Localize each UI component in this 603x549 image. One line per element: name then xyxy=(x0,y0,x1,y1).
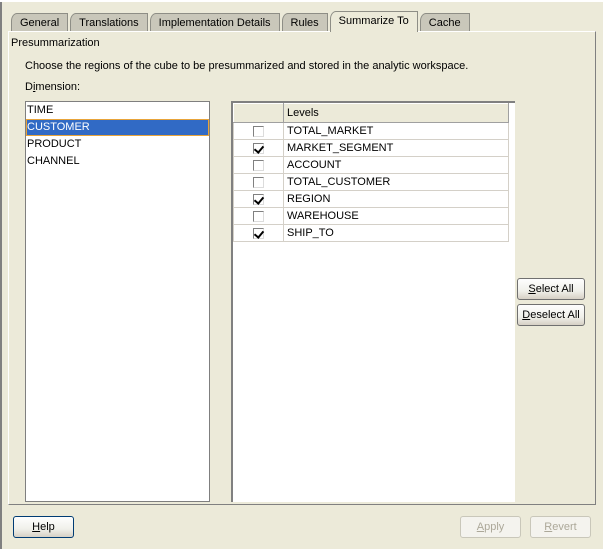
tab-translations[interactable]: Translations xyxy=(70,13,148,32)
instructions-text: Choose the regions of the cube to be pre… xyxy=(25,60,469,72)
help-mnemonic: H xyxy=(32,521,41,533)
column-header-levels[interactable]: Levels xyxy=(283,103,509,123)
level-check-cell xyxy=(233,190,284,208)
level-name: MARKET_SEGMENT xyxy=(283,139,509,157)
deselect-all-button[interactable]: Deselect All xyxy=(517,304,585,326)
dimension-list[interactable]: TIME CUSTOMER PRODUCT CHANNEL xyxy=(25,101,210,502)
levels-table-header: Levels xyxy=(233,103,509,123)
level-row[interactable]: TOTAL_CUSTOMER xyxy=(233,173,509,191)
select-all-mnemonic: S xyxy=(528,283,536,295)
help-label: elp xyxy=(40,521,55,533)
tab-implementation-details[interactable]: Implementation Details xyxy=(149,13,280,32)
dimension-label: Dimension: xyxy=(25,81,80,93)
apply-label: pply xyxy=(484,521,505,533)
level-row[interactable]: ACCOUNT xyxy=(233,156,509,174)
dimension-item-product[interactable]: PRODUCT xyxy=(26,136,209,153)
tab-bar: General Translations Implementation Deta… xyxy=(11,11,472,32)
level-checkbox[interactable] xyxy=(253,159,264,171)
deselect-all-mnemonic: D xyxy=(522,309,531,321)
dimension-label-pre: D xyxy=(25,81,33,93)
section-title: Presummarization xyxy=(11,37,100,49)
level-name: ACCOUNT xyxy=(283,156,509,174)
revert-label: evert xyxy=(552,521,577,533)
levels-table: Levels TOTAL_MARKET MARKET_SEGMENT ACCOUNT… xyxy=(233,103,509,242)
level-check-cell xyxy=(233,207,284,225)
tab-general[interactable]: General xyxy=(11,13,69,32)
level-check-cell xyxy=(233,224,284,242)
tab-rules[interactable]: Rules xyxy=(281,13,328,32)
level-checkbox[interactable] xyxy=(253,176,264,188)
level-name: TOTAL_MARKET xyxy=(283,122,509,140)
level-checkbox[interactable] xyxy=(253,210,264,222)
select-all-button[interactable]: Select All xyxy=(517,278,585,300)
apply-button[interactable]: Apply xyxy=(460,516,521,538)
level-name: TOTAL_CUSTOMER xyxy=(283,173,509,191)
levels-table-container: Levels TOTAL_MARKET MARKET_SEGMENT ACCOUNT… xyxy=(231,101,515,502)
dimension-item-channel[interactable]: CHANNEL xyxy=(26,153,209,170)
level-row[interactable]: WAREHOUSE xyxy=(233,207,509,225)
level-row[interactable]: SHIP_TO xyxy=(233,224,509,242)
level-check-cell xyxy=(233,122,284,140)
level-name: SHIP_TO xyxy=(283,224,509,242)
dimension-item-time[interactable]: TIME xyxy=(26,102,209,119)
dimension-item-customer[interactable]: CUSTOMER xyxy=(26,119,209,136)
column-header-check[interactable] xyxy=(233,103,284,123)
level-check-cell xyxy=(233,173,284,191)
dimension-label-post: mension: xyxy=(35,81,81,93)
level-checkbox[interactable] xyxy=(253,125,264,137)
level-name: REGION xyxy=(283,190,509,208)
level-name: WAREHOUSE xyxy=(283,207,509,225)
level-row[interactable]: REGION xyxy=(233,190,509,208)
level-check-cell xyxy=(233,139,284,157)
revert-button[interactable]: Revert xyxy=(530,516,591,538)
level-checkbox[interactable] xyxy=(253,227,264,239)
window-frame-top xyxy=(0,0,603,2)
tab-summarize-to[interactable]: Summarize To xyxy=(329,11,418,32)
level-row[interactable]: TOTAL_MARKET xyxy=(233,122,509,140)
select-all-label: elect All xyxy=(535,283,574,295)
apply-mnemonic: A xyxy=(476,521,485,533)
deselect-all-label: eselect All xyxy=(530,309,580,321)
level-checkbox[interactable] xyxy=(253,193,264,205)
level-row[interactable]: MARKET_SEGMENT xyxy=(233,139,509,157)
window-frame-left xyxy=(0,0,2,549)
help-button[interactable]: Help xyxy=(13,516,74,538)
level-check-cell xyxy=(233,156,284,174)
level-checkbox[interactable] xyxy=(253,142,264,154)
tab-cache[interactable]: Cache xyxy=(419,13,470,32)
